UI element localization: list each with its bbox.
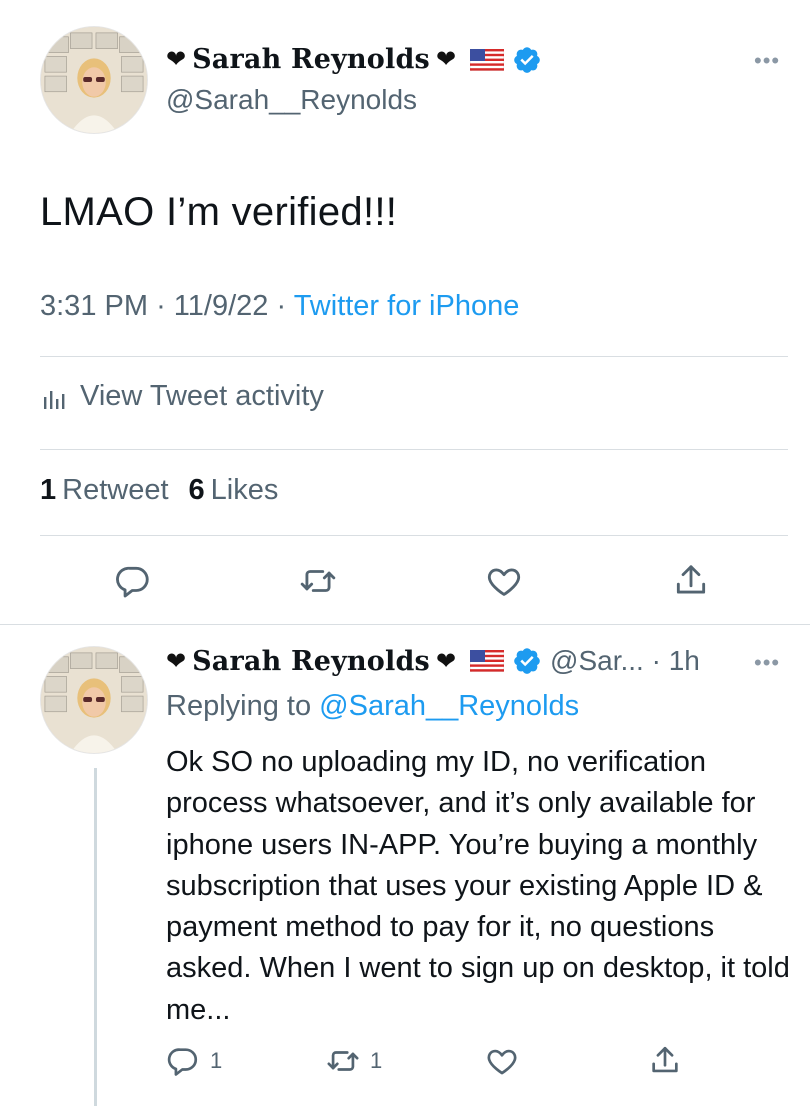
- like-count: 6: [188, 474, 205, 506]
- activity-label: View Tweet activity: [80, 380, 324, 412]
- reply-more-options-icon[interactable]: •••: [754, 650, 780, 676]
- tweet-metadata: 3:31 PM · 11/9/22 · Twitter for iPhone: [40, 290, 519, 323]
- divider: [40, 356, 788, 357]
- likes-stat[interactable]: 6 Likes: [189, 474, 279, 507]
- separator: ·: [276, 290, 287, 322]
- more-options-icon[interactable]: •••: [754, 48, 780, 74]
- reply-like-button[interactable]: [485, 1044, 529, 1078]
- reply-author-name-line[interactable]: ❤ Sarah Reynolds ❤ @Sar... · 1h: [166, 645, 700, 677]
- us-flag-icon: [469, 48, 505, 71]
- analytics-icon: [44, 390, 65, 409]
- reply-icon[interactable]: [114, 562, 152, 600]
- heart-emoji: ❤: [166, 46, 187, 73]
- heart-emoji: ❤: [435, 647, 457, 675]
- divider: [0, 624, 810, 625]
- heart-emoji: ❤: [166, 647, 187, 675]
- replying-to-handle[interactable]: @Sarah__Reynolds: [319, 690, 579, 722]
- retweets-stat[interactable]: 1 Retweet: [40, 474, 169, 507]
- tweet-text: LMAO I’m verified!!!: [40, 190, 398, 234]
- reply-icon: [167, 1048, 198, 1076]
- reply-retweet-button[interactable]: 1: [326, 1044, 382, 1078]
- replying-to-label: Replying to: [166, 690, 312, 722]
- tweet-date[interactable]: 11/9/22: [174, 290, 269, 322]
- tweet-time[interactable]: 3:31 PM: [40, 290, 148, 322]
- view-tweet-activity-link[interactable]: View Tweet activity: [40, 380, 324, 413]
- reply-reply-button[interactable]: 1: [166, 1044, 222, 1078]
- author-display-name[interactable]: Sarah Reynolds: [192, 44, 430, 75]
- retweet-icon[interactable]: [299, 562, 337, 600]
- us-flag-icon: [469, 649, 505, 673]
- reply-count: 1: [210, 1048, 223, 1073]
- avatar-image: [41, 647, 147, 753]
- avatar-image: [41, 27, 147, 133]
- share-icon: [652, 1046, 678, 1073]
- verified-badge-icon: [512, 45, 542, 75]
- retweet-count: 1: [370, 1048, 383, 1073]
- tweet-source-link[interactable]: Twitter for iPhone: [294, 290, 520, 322]
- separator: ·: [156, 290, 166, 322]
- like-icon[interactable]: [485, 562, 523, 600]
- reply-avatar[interactable]: [40, 646, 148, 754]
- reply-share-button[interactable]: [648, 1044, 692, 1078]
- like-label: Likes: [210, 474, 279, 506]
- retweet-count: 1: [40, 474, 57, 506]
- like-icon: [487, 1049, 517, 1075]
- replying-to: Replying to @Sarah__Reynolds: [166, 690, 579, 723]
- thread-line: [94, 768, 97, 1106]
- engagement-stats: 1 Retweet 6 Likes: [40, 474, 278, 507]
- reply-text: Ok SO no uploading my ID, no verificatio…: [166, 746, 790, 1026]
- share-icon[interactable]: [672, 562, 710, 600]
- reply-handle-time[interactable]: @Sar... · 1h: [550, 645, 700, 677]
- divider: [40, 449, 788, 450]
- retweet-icon: [327, 1051, 359, 1071]
- avatar[interactable]: [40, 26, 148, 134]
- divider: [40, 535, 788, 536]
- heart-emoji: ❤: [435, 46, 457, 73]
- reply-author-display-name[interactable]: Sarah Reynolds: [192, 646, 430, 677]
- author-name-line[interactable]: ❤ Sarah Reynolds ❤: [166, 44, 542, 75]
- retweet-label: Retweet: [62, 474, 169, 506]
- verified-badge-icon: [512, 646, 542, 676]
- author-handle[interactable]: @Sarah__Reynolds: [166, 84, 417, 116]
